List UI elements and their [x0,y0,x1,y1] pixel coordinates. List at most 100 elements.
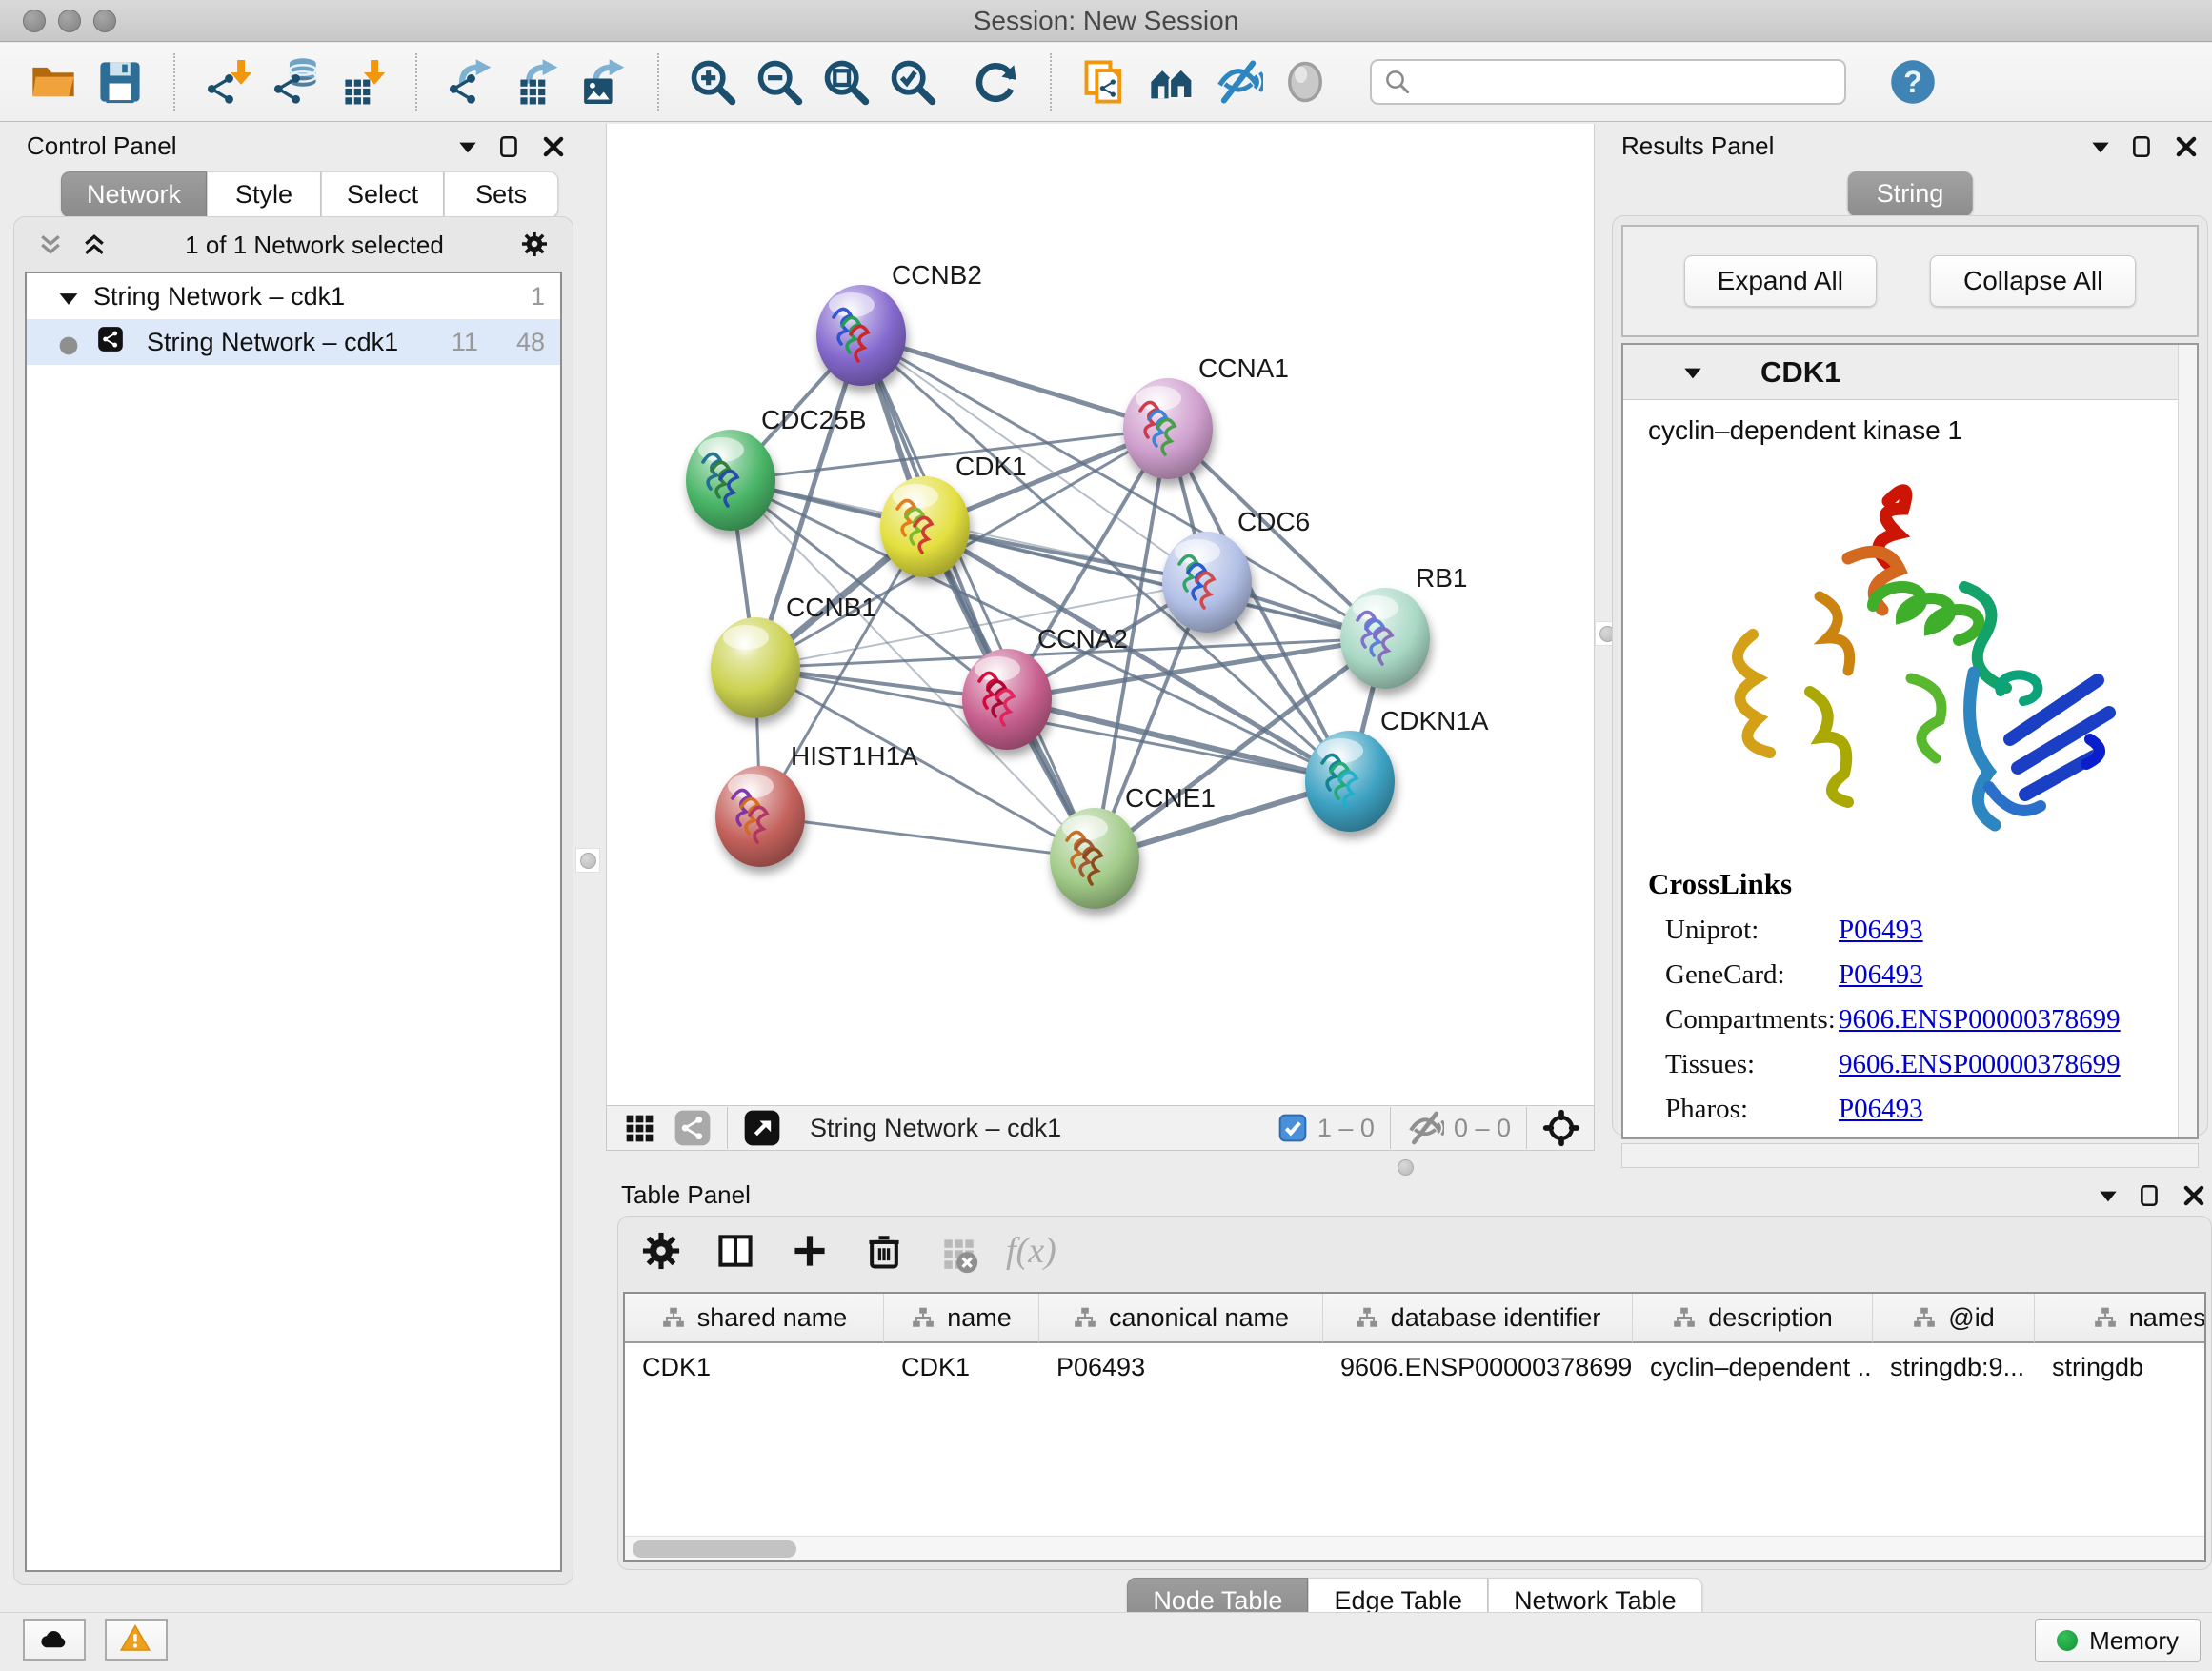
warnings-button[interactable] [105,1619,168,1661]
table-panel-menu-icon[interactable] [2096,1184,2117,1205]
cdk1-entry-header[interactable]: CDK1 [1623,345,2197,400]
network-node-CDK1[interactable]: CDK1 [880,452,1027,577]
column-header-description[interactable]: description [1633,1294,1873,1343]
column-header-shared-name[interactable]: shared name [625,1294,884,1343]
table-panel-float-icon[interactable] [2138,1183,2161,1206]
import-network-file-icon[interactable] [202,55,255,109]
import-network-database-icon[interactable] [269,55,322,109]
results-scrollbar[interactable] [2178,345,2197,1137]
import-table-icon[interactable] [335,55,389,109]
table-options-gear-icon[interactable] [640,1230,682,1272]
column-header-namespace[interactable]: namespace [2035,1294,2206,1343]
refresh-icon[interactable] [970,55,1023,109]
fit-selected-crosshair-icon[interactable] [1542,1109,1580,1147]
string-home-icon[interactable] [1145,55,1198,109]
tab-select[interactable]: Select [321,171,444,217]
network-edge-CCNB2-CCNE1[interactable] [861,335,1095,858]
entry-collapse-icon[interactable] [1680,361,1703,384]
results-panel-float-icon[interactable] [2130,134,2153,157]
control-panel-float-icon[interactable] [497,134,520,157]
tab-sets[interactable]: Sets [444,171,558,217]
zoom-selected-icon[interactable] [886,55,939,109]
crosslink-link[interactable]: P06493 [1839,1094,1923,1125]
table-hscrollbar-thumb[interactable] [633,1540,796,1558]
expand-all-button[interactable]: Expand All [1684,255,1877,307]
minimize-window-button[interactable] [58,10,81,32]
table-panel-close-icon[interactable] [2182,1183,2204,1206]
open-session-icon[interactable] [27,55,80,109]
network-options-gear-icon[interactable] [520,230,551,260]
column-header--id[interactable]: @id [1873,1294,2035,1343]
table-hscrollbar[interactable] [625,1536,2204,1560]
close-window-button[interactable] [23,10,46,32]
results-hscroll-strip[interactable] [1621,1143,2199,1168]
left-splitter-grip[interactable] [575,848,600,873]
results-panel-close-icon[interactable] [2174,134,2197,157]
table-cell[interactable]: cyclin–dependent ... [1633,1343,1873,1391]
table-cell[interactable]: CDK1 [884,1343,1039,1391]
collapse-all-button[interactable]: Collapse All [1930,255,2136,307]
network-node-CDKN1A[interactable]: CDKN1A [1305,706,1489,832]
control-panel-close-icon[interactable] [541,134,564,157]
show-columns-icon[interactable] [714,1230,756,1272]
maximize-window-button[interactable] [93,10,116,32]
tab-network[interactable]: Network [61,171,207,217]
open-in-window-icon[interactable] [743,1109,781,1147]
network-node-RB1[interactable]: RB1 [1340,563,1467,689]
network-edge-HIST1H1A-CCNE1[interactable] [760,816,1095,858]
crosslink-row: Tissues:9606.ENSP00000378699 [1648,1049,2197,1080]
network-graph[interactable]: CCNB2 CCNA1 CDC25B CDK1 CDC6 RB1 CCNB1 C… [607,124,1594,1105]
search-input[interactable] [1412,63,1833,101]
zoom-out-icon[interactable] [753,55,806,109]
column-header-database-identifier[interactable]: database identifier [1323,1294,1633,1343]
network-node-CCNA1[interactable]: CCNA1 [1123,353,1289,479]
results-panel-menu-icon[interactable] [2088,135,2109,156]
tab-style[interactable]: Style [207,171,321,217]
table-cell[interactable]: stringdb [2035,1343,2206,1391]
search-box[interactable] [1370,59,1846,105]
collapse-all-icon[interactable] [36,231,65,259]
column-header-canonical-name[interactable]: canonical name [1039,1294,1323,1343]
table-cell[interactable]: P06493 [1039,1343,1323,1391]
export-image-icon[interactable] [577,55,631,109]
show-all-icon[interactable] [1278,55,1332,109]
collection-label: String Network – cdk1 [93,282,345,312]
selected-checkbox-icon[interactable] [1277,1113,1308,1143]
control-panel-tabs: NetworkStyleSelectSets [61,171,558,217]
control-panel-menu-icon[interactable] [455,135,476,156]
delete-column-icon[interactable] [863,1230,905,1272]
hidden-eye-icon[interactable] [1406,1109,1444,1147]
delete-table-icon [937,1233,974,1269]
expand-all-icon[interactable] [80,231,109,259]
network-row[interactable]: String Network – cdk1 11 48 [27,319,560,365]
network-node-CCNE1[interactable]: CCNE1 [1050,783,1216,909]
memory-button[interactable]: Memory [2035,1619,2201,1662]
help-icon[interactable]: ? [1886,55,1940,109]
zoom-fit-icon[interactable] [819,55,873,109]
node-label-CDC6: CDC6 [1237,507,1310,536]
export-table-icon[interactable] [511,55,564,109]
network-collection-row[interactable]: String Network – cdk1 1 [27,273,560,319]
bottom-splitter-grip[interactable] [1393,1155,1418,1179]
add-column-icon[interactable] [789,1230,831,1272]
crosslink-link[interactable]: P06493 [1839,915,1923,946]
hide-selected-icon[interactable] [1212,55,1265,109]
share-document-icon[interactable] [1078,55,1132,109]
table-cell[interactable]: stringdb:9... [1873,1343,2035,1391]
table-cell[interactable]: CDK1 [625,1343,884,1391]
birdseye-grid-icon[interactable] [620,1109,658,1147]
cloud-button[interactable] [23,1619,86,1661]
export-network-icon[interactable] [444,55,497,109]
save-session-icon[interactable] [93,55,147,109]
network-edge-CCNB2-CCNA1[interactable] [861,335,1168,429]
tab-string[interactable]: String [1848,171,1973,216]
crosslink-link[interactable]: 9606.ENSP00000378699 [1839,1049,2121,1080]
crosslink-link[interactable]: 9606.ENSP00000378699 [1839,1004,2121,1036]
network-node-HIST1H1A[interactable]: HIST1H1A [715,741,918,867]
string-view-badge-icon[interactable] [674,1109,712,1147]
table-cell[interactable]: 9606.ENSP00000378699 [1323,1343,1633,1391]
crosslink-link[interactable]: P06493 [1839,959,1923,991]
network-canvas[interactable]: CCNB2 CCNA1 CDC25B CDK1 CDC6 RB1 CCNB1 C… [606,124,1595,1105]
zoom-in-icon[interactable] [686,55,739,109]
column-header-name[interactable]: name [884,1294,1039,1343]
